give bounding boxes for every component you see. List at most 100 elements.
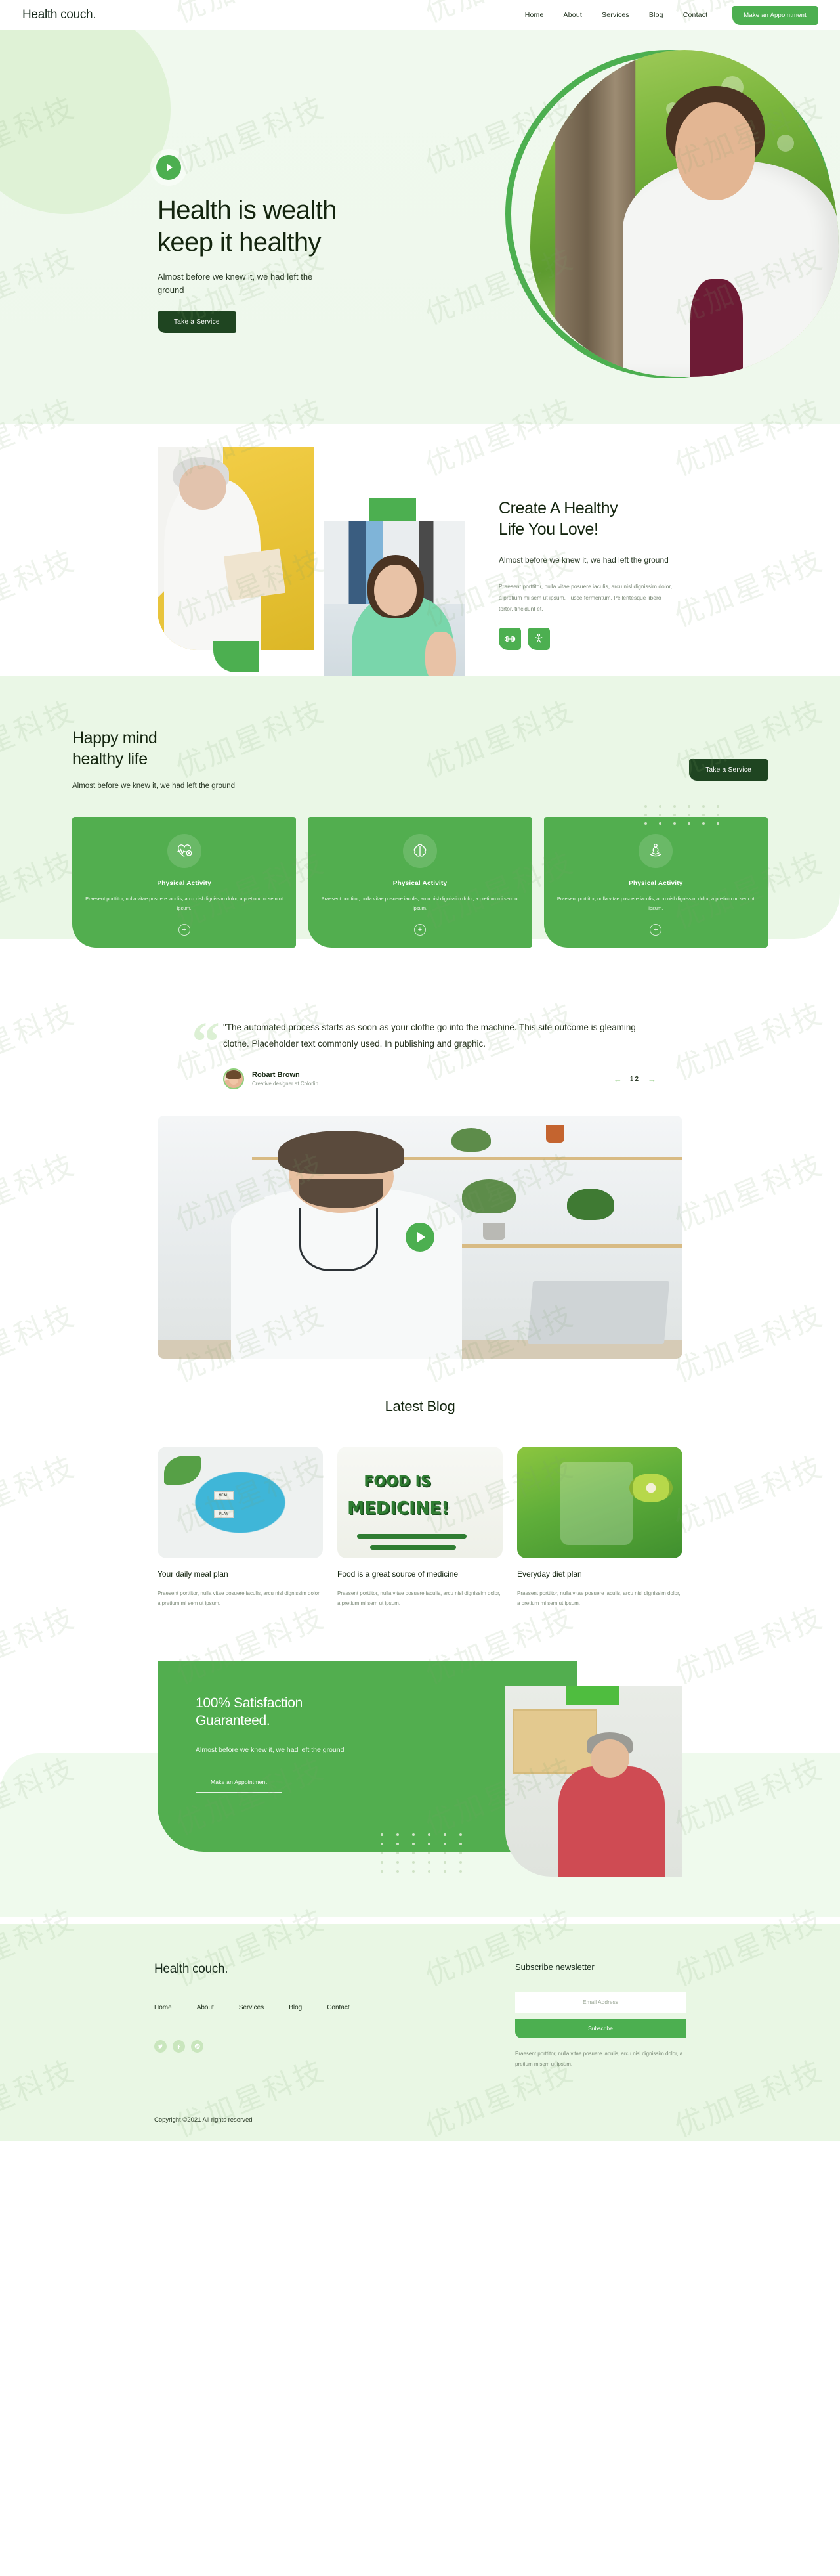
testimonial: “ "The automated process starts as soon … <box>184 1013 656 1090</box>
flower-pot <box>546 1125 564 1143</box>
testimonial-quote: "The automated process starts as soon as… <box>223 1022 636 1049</box>
facebook-button[interactable] <box>173 2040 185 2053</box>
card-text: Praesent porttitor, nulla vitae posuere … <box>321 896 519 912</box>
hero-image <box>505 50 839 378</box>
make-appointment-button[interactable]: Make an Appointment <box>732 5 818 25</box>
card-icon-wrap <box>639 834 673 869</box>
create-body: Praesent porttitor, nulla vitae posuere … <box>499 582 673 612</box>
testimonial-author: Robart Brown Creative designer at Colorl… <box>252 1071 318 1087</box>
card-more-button[interactable]: + <box>650 924 662 936</box>
service-card[interactable]: Physical Activity Praesent porttitor, nu… <box>72 817 297 948</box>
quote-mark-icon: “ <box>192 1010 220 1074</box>
card-more-button[interactable]: + <box>178 924 190 936</box>
footer-right: Subscribe newsletter Subscribe Praesent … <box>515 1962 686 2069</box>
happy-header: Happy mind healthy life Almost before we… <box>72 728 768 793</box>
email-input[interactable] <box>515 1991 686 2013</box>
card-text: Praesent porttitor, nulla vitae posuere … <box>85 896 284 912</box>
stretching-icon-tile[interactable] <box>528 627 550 650</box>
prev-arrow-icon[interactable]: ← <box>614 1074 622 1084</box>
video-play-button[interactable] <box>406 1223 434 1252</box>
nav-item-home[interactable]: Home <box>525 11 544 19</box>
brush-stroke <box>370 1544 457 1550</box>
avatar <box>223 1068 244 1090</box>
dumbbell-icon <box>504 636 516 642</box>
hero-play-button[interactable] <box>156 155 181 180</box>
thumb-label-2: PLAN <box>213 1509 234 1518</box>
avatar-hair <box>226 1070 241 1079</box>
happy-title: Happy mind healthy life <box>72 728 235 770</box>
brain-icon <box>413 844 427 858</box>
blog-card[interactable]: FOOD IS MEDICINE! Food is a great source… <box>337 1447 503 1609</box>
create-title: Create A Healthy Life You Love! <box>499 498 748 540</box>
brand-logo[interactable]: Health couch. <box>22 8 96 22</box>
happy-take-service-button[interactable]: Take a Service <box>689 758 768 781</box>
stethoscope <box>299 1208 378 1272</box>
happy-heading-block: Happy mind healthy life Almost before we… <box>72 728 235 793</box>
video-thumbnail[interactable] <box>158 1116 682 1359</box>
thumb-label-1: FOOD IS <box>364 1474 431 1491</box>
footer-nav: Home About Services Blog Contact <box>154 2004 463 2011</box>
pinterest-button[interactable] <box>191 2040 203 2053</box>
footer-left: Health couch. Home About Services Blog C… <box>154 1962 463 2069</box>
dumbbell-icon-tile[interactable] <box>499 627 521 650</box>
footer-nav-services[interactable]: Services <box>239 2004 264 2011</box>
man-shirt <box>558 1766 665 1877</box>
twitter-icon <box>158 2044 163 2049</box>
nav-item-blog[interactable]: Blog <box>649 11 663 19</box>
meditation-icon <box>650 844 662 857</box>
service-card[interactable]: Physical Activity Praesent porttitor, nu… <box>543 817 768 948</box>
man-face <box>590 1739 629 1778</box>
site-header: Health couch. Home About Services Blog C… <box>0 0 840 30</box>
satisfaction-photo <box>505 1686 682 1877</box>
footer-socials <box>154 2040 463 2053</box>
plant <box>567 1189 614 1221</box>
create-healthy-life-section: Create A Healthy Life You Love! Almost b… <box>0 424 840 718</box>
satisfaction-appointment-button[interactable]: Make an Appointment <box>196 1772 283 1793</box>
thumb-label-2: MEDICINE! <box>347 1498 450 1518</box>
footer-nav-about[interactable]: About <box>197 2004 214 2011</box>
decor-dot-grid <box>381 1833 469 1873</box>
blog-card[interactable]: Everyday diet plan Praesent porttitor, n… <box>517 1447 682 1609</box>
service-card[interactable]: Physical Activity Praesent porttitor, nu… <box>308 817 532 948</box>
nav-item-about[interactable]: About <box>564 11 582 19</box>
card-title: Physical Activity <box>629 880 683 888</box>
satisfaction-title-line2: Guaranteed. <box>196 1713 270 1729</box>
brush-stroke <box>357 1533 467 1539</box>
plant <box>462 1179 516 1213</box>
create-copy: Create A Healthy Life You Love! Almost b… <box>499 464 748 650</box>
pager-total[interactable]: 2 <box>635 1076 640 1083</box>
blog-thumbnail-diet-plan <box>517 1447 682 1559</box>
subscribe-button[interactable]: Subscribe <box>515 2018 686 2038</box>
nav-item-services[interactable]: Services <box>602 11 629 19</box>
footer-brand[interactable]: Health couch. <box>154 1962 463 1976</box>
twitter-button[interactable] <box>154 2040 167 2053</box>
happy-content: Happy mind healthy life Almost before we… <box>72 709 768 948</box>
site-footer: Health couch. Home About Services Blog C… <box>0 1923 840 2141</box>
facebook-icon <box>177 2044 180 2049</box>
testimonial-author-role: Creative designer at Colorlib <box>252 1081 318 1087</box>
footer-nav-blog[interactable]: Blog <box>289 2004 302 2011</box>
card-more-button[interactable]: + <box>413 924 426 936</box>
kiwi-slice <box>629 1474 673 1503</box>
bokeh-dot <box>777 135 794 152</box>
happy-title-line1: Happy mind <box>72 728 158 747</box>
blog-thumbnail-food-medicine: FOOD IS MEDICINE! <box>337 1447 503 1559</box>
hero-take-service-button[interactable]: Take a Service <box>158 311 236 333</box>
blog-card-text: Praesent porttitor, nulla vitae posuere … <box>517 1590 681 1607</box>
photo-elderly-reading <box>158 447 314 650</box>
cabinet <box>512 1709 598 1774</box>
doctor-beard <box>299 1179 383 1208</box>
testimonial-pager: ← 12 → <box>614 1074 656 1084</box>
happy-cta-wrap: Take a Service <box>689 728 768 781</box>
pinterest-icon <box>194 2043 200 2049</box>
footer-nav-contact[interactable]: Contact <box>327 2004 349 2011</box>
footer-nav-home[interactable]: Home <box>154 2004 172 2011</box>
hero-doctor-photo <box>530 50 839 377</box>
next-arrow-icon[interactable]: → <box>648 1074 656 1084</box>
copyright: Copyright ©2021 All rights reserved <box>154 2116 253 2124</box>
card-icon-wrap <box>402 834 437 869</box>
blog-card[interactable]: MEAL PLAN Your daily meal plan Praesent … <box>158 1447 323 1609</box>
nav-item-contact[interactable]: Contact <box>683 11 708 19</box>
leaf-decor <box>164 1455 201 1485</box>
pager-indicator: 12 <box>630 1076 640 1083</box>
